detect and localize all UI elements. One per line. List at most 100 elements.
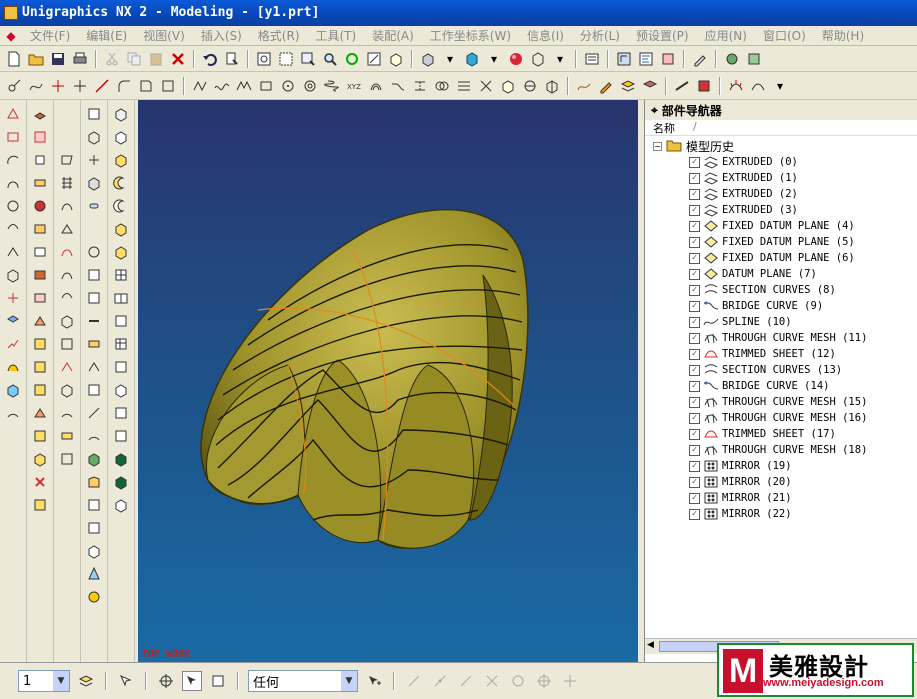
open-folder-icon[interactable]	[26, 49, 46, 69]
paste-icon[interactable]	[146, 49, 166, 69]
body-edit-icon[interactable]	[110, 242, 132, 262]
feature-row[interactable]: ✓ MIRROR (21)	[689, 490, 867, 506]
feature-row[interactable]: ✓ BRIDGE CURVE (14)	[689, 378, 867, 394]
repeat-command-icon[interactable]	[222, 49, 242, 69]
offset-surface-icon[interactable]	[56, 311, 78, 331]
ellipse-icon[interactable]	[300, 76, 320, 96]
sweep-icon[interactable]	[29, 150, 51, 170]
edit-object-icon[interactable]	[690, 49, 710, 69]
model-history-node[interactable]: − 模型历史	[653, 138, 734, 155]
snap-control-icon[interactable]	[456, 671, 476, 691]
revolve-icon[interactable]	[29, 127, 51, 147]
intersect-curve-icon[interactable]	[432, 76, 452, 96]
visibility-checkbox[interactable]: ✓	[689, 220, 700, 232]
visibility-checkbox[interactable]: ✓	[689, 476, 700, 488]
chamfer-icon[interactable]	[158, 76, 178, 96]
zoom-window-icon[interactable]	[276, 49, 296, 69]
book-icon[interactable]	[110, 288, 132, 308]
feature-row[interactable]: ✓ FIXED DATUM PLANE (6)	[689, 250, 867, 266]
feature-row[interactable]: ✓ TRIMMED SHEET (17)	[689, 426, 867, 442]
rectangle-icon[interactable]	[136, 76, 156, 96]
menu-info[interactable]: 信息(I)	[519, 27, 572, 44]
pan-icon[interactable]	[364, 49, 384, 69]
visibility-checkbox[interactable]: ✓	[689, 204, 700, 216]
edit-curve-params-icon[interactable]	[596, 76, 616, 96]
feature-row[interactable]: ✓ EXTRUDED (2)	[689, 186, 867, 202]
chamfer-edge-icon[interactable]	[83, 403, 105, 423]
snap-point-icon[interactable]	[560, 671, 580, 691]
bridge-surface-icon[interactable]	[56, 265, 78, 285]
snap-mid-icon[interactable]	[430, 671, 450, 691]
scroll-left-icon[interactable]: ◀	[647, 640, 654, 650]
solid-cylinder-icon[interactable]	[110, 127, 132, 147]
through-curve-mesh-icon[interactable]	[56, 173, 78, 193]
face-blend-icon[interactable]	[56, 403, 78, 423]
boss-icon[interactable]	[29, 219, 51, 239]
layers-icon[interactable]	[618, 76, 638, 96]
save-icon[interactable]	[48, 49, 68, 69]
measure-icon[interactable]	[83, 357, 105, 377]
feature-row[interactable]: ✓ MIRROR (22)	[689, 506, 867, 522]
curve-edit-icon[interactable]	[26, 76, 46, 96]
info-icon[interactable]	[83, 380, 105, 400]
sketch-trim-icon[interactable]	[2, 219, 24, 239]
feature-row[interactable]: ✓ EXTRUDED (1)	[689, 170, 867, 186]
drafting-icon[interactable]	[744, 49, 764, 69]
column-sort-icon[interactable]: /	[693, 120, 697, 135]
snap-end-icon[interactable]	[404, 671, 424, 691]
feature-row[interactable]: ✓ FIXED DATUM PLANE (4)	[689, 218, 867, 234]
layer-settings-icon[interactable]	[582, 49, 602, 69]
selection-icon[interactable]	[116, 671, 136, 691]
unite-icon[interactable]	[29, 495, 51, 515]
graphics-viewport[interactable]: TOP WORK	[138, 100, 638, 662]
mirror-body-icon[interactable]	[110, 311, 132, 331]
shell-icon[interactable]	[83, 449, 105, 469]
feature-row[interactable]: ✓ DATUM PLANE (7)	[689, 266, 867, 282]
pattern-icon[interactable]	[110, 426, 132, 446]
suppress-icon[interactable]	[83, 265, 105, 285]
offset-body-icon[interactable]	[110, 495, 132, 515]
dropdown-arrow-icon[interactable]: ▾	[440, 49, 460, 69]
visibility-checkbox[interactable]: ✓	[689, 428, 700, 440]
solid-cone-icon[interactable]	[110, 150, 132, 170]
menu-assemblies[interactable]: 装配(A)	[364, 27, 422, 44]
subtract-icon[interactable]	[29, 472, 51, 492]
sketch-offset-icon[interactable]	[2, 265, 24, 285]
chevron-down-icon[interactable]: ▼	[341, 671, 357, 691]
menu-help[interactable]: 帮助(H)	[814, 27, 872, 44]
rotate-icon[interactable]	[342, 49, 362, 69]
patch-icon[interactable]	[29, 426, 51, 446]
menu-window[interactable]: 窗口(O)	[755, 27, 814, 44]
pad-icon[interactable]	[29, 265, 51, 285]
solid-block-icon[interactable]	[110, 104, 132, 124]
visibility-checkbox[interactable]: ✓	[689, 188, 700, 200]
menu-insert[interactable]: 插入(S)	[193, 27, 250, 44]
part-navigator-icon[interactable]	[636, 49, 656, 69]
visibility-checkbox[interactable]: ✓	[689, 508, 700, 520]
visibility-checkbox[interactable]: ✓	[689, 236, 700, 248]
visibility-checkbox[interactable]: ✓	[689, 444, 700, 456]
menu-analysis[interactable]: 分析(L)	[572, 27, 628, 44]
menu-view[interactable]: 视图(V)	[135, 27, 193, 44]
user-defined-icon[interactable]	[29, 334, 51, 354]
color-sphere-icon[interactable]	[506, 49, 526, 69]
cone-icon[interactable]	[83, 564, 105, 584]
surface-analysis-icon[interactable]	[694, 76, 714, 96]
shaded-view-icon[interactable]	[418, 49, 438, 69]
select-add-icon[interactable]	[364, 671, 384, 691]
pocket-icon[interactable]	[29, 242, 51, 262]
feature-row[interactable]: ✓ THROUGH CURVE MESH (15)	[689, 394, 867, 410]
zoom-area-icon[interactable]	[298, 49, 318, 69]
isoparametric-icon[interactable]	[542, 76, 562, 96]
dropdown-arrow-icon[interactable]: ▾	[484, 49, 504, 69]
selection-filter-select[interactable]: 任何 ▼	[248, 670, 358, 692]
snap-quadrant-icon[interactable]	[534, 671, 554, 691]
sketch-convert-icon[interactable]	[2, 380, 24, 400]
trim-body-icon[interactable]	[83, 518, 105, 538]
offset-curve-icon[interactable]	[366, 76, 386, 96]
extract-geometry-icon[interactable]	[29, 357, 51, 377]
rough-offset-icon[interactable]	[56, 357, 78, 377]
deviation-icon[interactable]	[748, 76, 768, 96]
navigator-column-header[interactable]: 名称 /	[645, 120, 917, 136]
visibility-checkbox[interactable]: ✓	[689, 396, 700, 408]
